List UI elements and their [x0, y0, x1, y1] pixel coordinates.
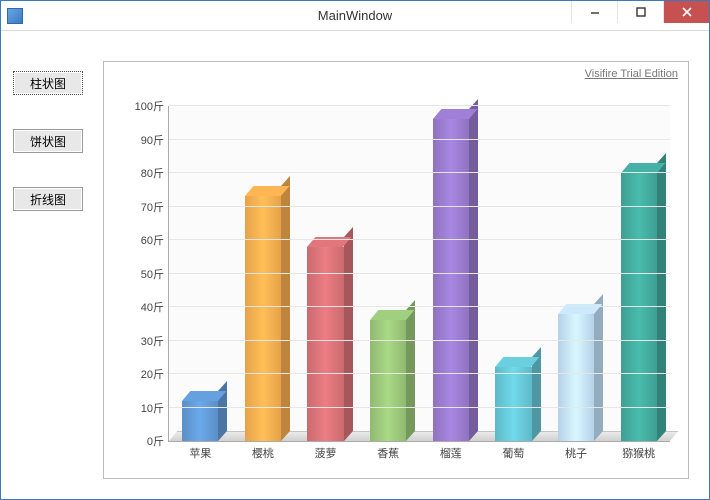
minimize-button[interactable] [571, 1, 617, 23]
button-label: 饼状图 [30, 133, 66, 150]
y-tick-label: 30斤 [141, 333, 164, 349]
y-tick-label: 60斤 [141, 232, 164, 248]
y-tick-label: 50斤 [141, 266, 164, 282]
grid-line [169, 306, 670, 307]
x-tick-label: 桃子 [565, 445, 587, 461]
app-icon [7, 8, 23, 24]
pie-chart-button[interactable]: 饼状图 [13, 129, 83, 153]
x-tick-label: 樱桃 [252, 445, 274, 461]
bar-chart-button[interactable]: 柱状图 [13, 71, 83, 95]
plot-wrap: 0斤10斤20斤30斤40斤50斤60斤70斤80斤90斤100斤苹果樱桃菠萝香… [124, 106, 678, 464]
y-tick-label: 20斤 [141, 366, 164, 382]
grid-line [169, 239, 670, 240]
y-tick-label: 90斤 [141, 132, 164, 148]
button-label: 折线图 [30, 191, 66, 208]
y-tick-label: 100斤 [135, 98, 164, 114]
bar [621, 173, 657, 441]
x-tick-label: 香蕉 [377, 445, 399, 461]
button-label: 柱状图 [30, 75, 66, 92]
y-tick-label: 70斤 [141, 199, 164, 215]
x-tick-label: 葡萄 [502, 445, 524, 461]
window-titlebar: MainWindow [1, 1, 709, 31]
x-tick-label: 苹果 [189, 445, 211, 461]
grid-line [169, 105, 670, 106]
grid-line [169, 273, 670, 274]
x-tick-label: 菠萝 [315, 445, 337, 461]
y-tick-label: 80斤 [141, 165, 164, 181]
bar [558, 314, 594, 441]
grid-line [169, 407, 670, 408]
close-button[interactable] [663, 1, 709, 23]
bar [433, 119, 469, 441]
bar [370, 320, 406, 441]
x-tick-label: 榴莲 [440, 445, 462, 461]
window-body: 柱状图 饼状图 折线图 Visifire Trial Edition 0斤10斤… [1, 31, 709, 499]
window-controls [571, 1, 709, 23]
y-tick-label: 0斤 [147, 433, 164, 449]
chart-panel: Visifire Trial Edition 0斤10斤20斤30斤40斤50斤… [103, 61, 689, 479]
grid-line [169, 340, 670, 341]
bar [307, 247, 343, 441]
sidebar: 柱状图 饼状图 折线图 [13, 61, 103, 479]
bars-layer [169, 106, 670, 441]
grid-line [169, 172, 670, 173]
grid-line [169, 373, 670, 374]
bar [495, 367, 531, 441]
grid-line [169, 206, 670, 207]
plot-area: 0斤10斤20斤30斤40斤50斤60斤70斤80斤90斤100斤苹果樱桃菠萝香… [168, 106, 670, 442]
y-tick-label: 40斤 [141, 299, 164, 315]
line-chart-button[interactable]: 折线图 [13, 187, 83, 211]
bar [245, 196, 281, 441]
watermark-link[interactable]: Visifire Trial Edition [585, 68, 678, 80]
x-tick-label: 猕猴桃 [622, 445, 655, 461]
grid-line [169, 139, 670, 140]
y-tick-label: 10斤 [141, 400, 164, 416]
maximize-button[interactable] [617, 1, 663, 23]
